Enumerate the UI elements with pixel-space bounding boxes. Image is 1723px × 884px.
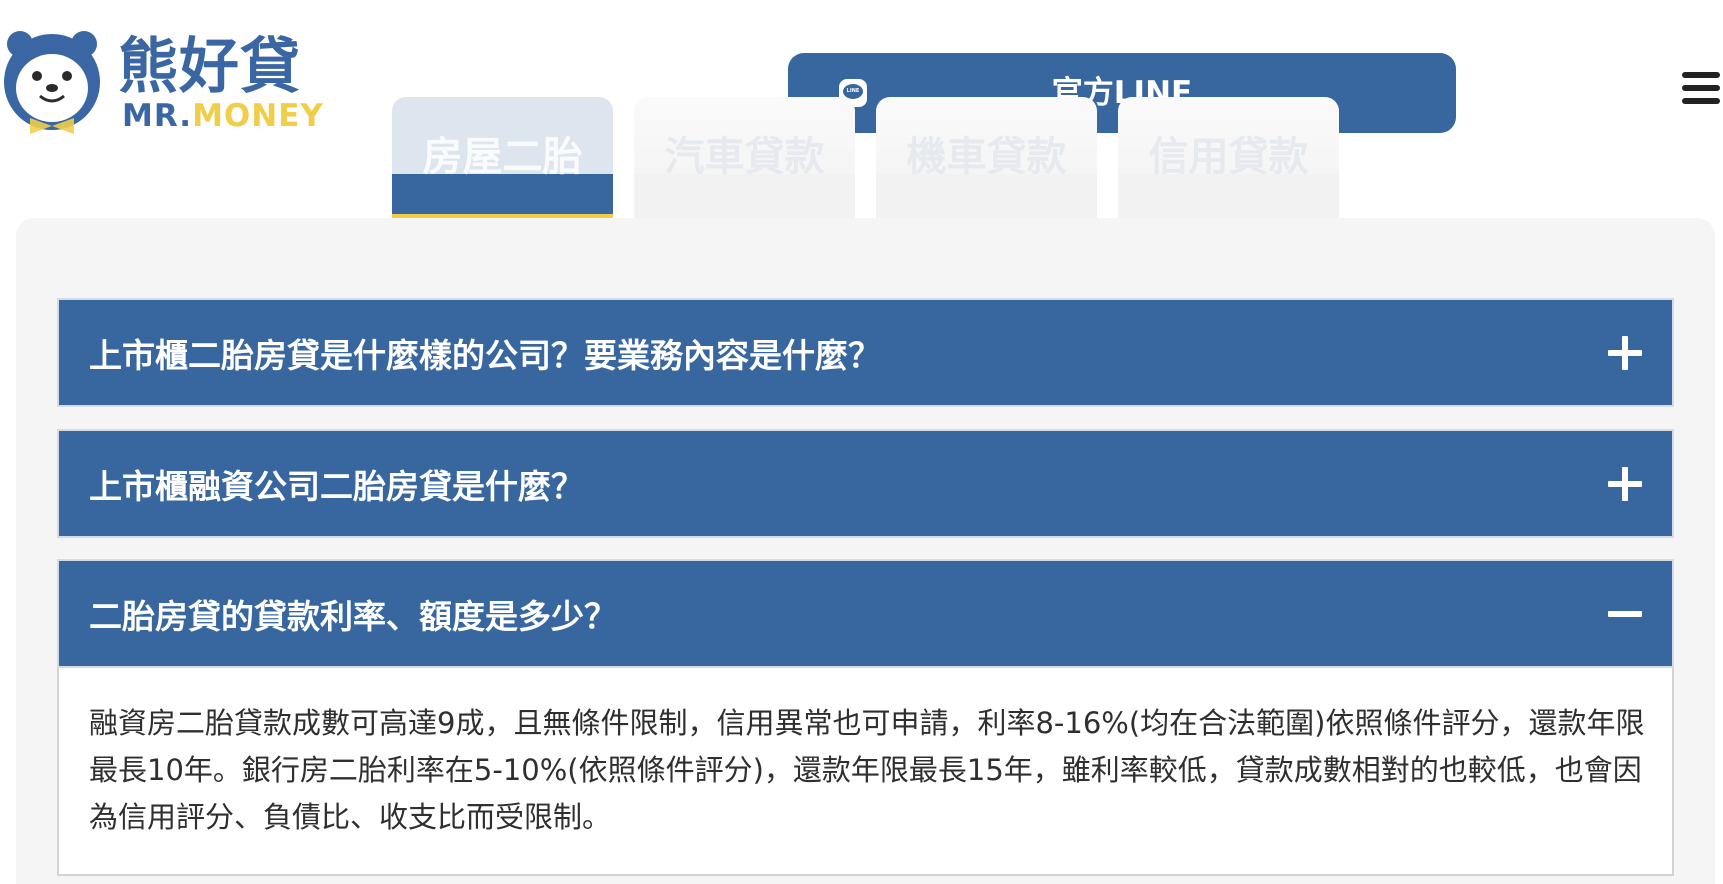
logo-subtitle: MR.MONEY: [122, 98, 324, 134]
faq-question-1[interactable]: 上市櫃二胎房貸是什麼樣的公司？要業務內容是什麼？: [57, 298, 1674, 407]
site-logo[interactable]: 熊好貸 MR.MONEY: [0, 26, 323, 138]
faq-answer-3: 融資房二胎貸款成數可高達9成，且無條件限制，信用異常也可申請，利率8-16%(均…: [57, 668, 1674, 876]
tab-motorcycle-loan[interactable]: 機車貸款: [876, 97, 1097, 218]
plus-icon[interactable]: [1608, 336, 1642, 370]
minus-icon[interactable]: [1608, 597, 1642, 631]
tab-label: 房屋二胎: [422, 134, 583, 180]
faq-question-2[interactable]: 上市櫃融資公司二胎房貸是什麼？: [57, 429, 1674, 538]
tab-house-second-mortgage[interactable]: 房屋二胎: [392, 97, 613, 218]
tab-credit-loan[interactable]: 信用貸款: [1118, 97, 1339, 218]
tab-label: 汽車貸款: [664, 134, 825, 180]
plus-icon[interactable]: [1608, 467, 1642, 501]
faq-question-text: 上市櫃融資公司二胎房貸是什麼？: [89, 467, 584, 506]
hamburger-menu-icon[interactable]: [1678, 72, 1722, 106]
faq-question-text: 上市櫃二胎房貸是什麼樣的公司？要業務內容是什麼？: [89, 336, 881, 375]
tab-car-loan[interactable]: 汽車貸款: [634, 97, 855, 218]
bear-mascot-icon: [4, 31, 100, 134]
faq-answer-text: 融資房二胎貸款成數可高達9成，且無條件限制，信用異常也可申請，利率8-16%(均…: [89, 706, 1645, 834]
tab-label: 信用貸款: [1148, 134, 1309, 180]
tab-label: 機車貸款: [906, 134, 1067, 180]
faq-question-3[interactable]: 二胎房貸的貸款利率、額度是多少？: [57, 559, 1674, 668]
logo-title: 熊好貸: [118, 32, 301, 102]
faq-question-text: 二胎房貸的貸款利率、額度是多少？: [89, 597, 617, 636]
